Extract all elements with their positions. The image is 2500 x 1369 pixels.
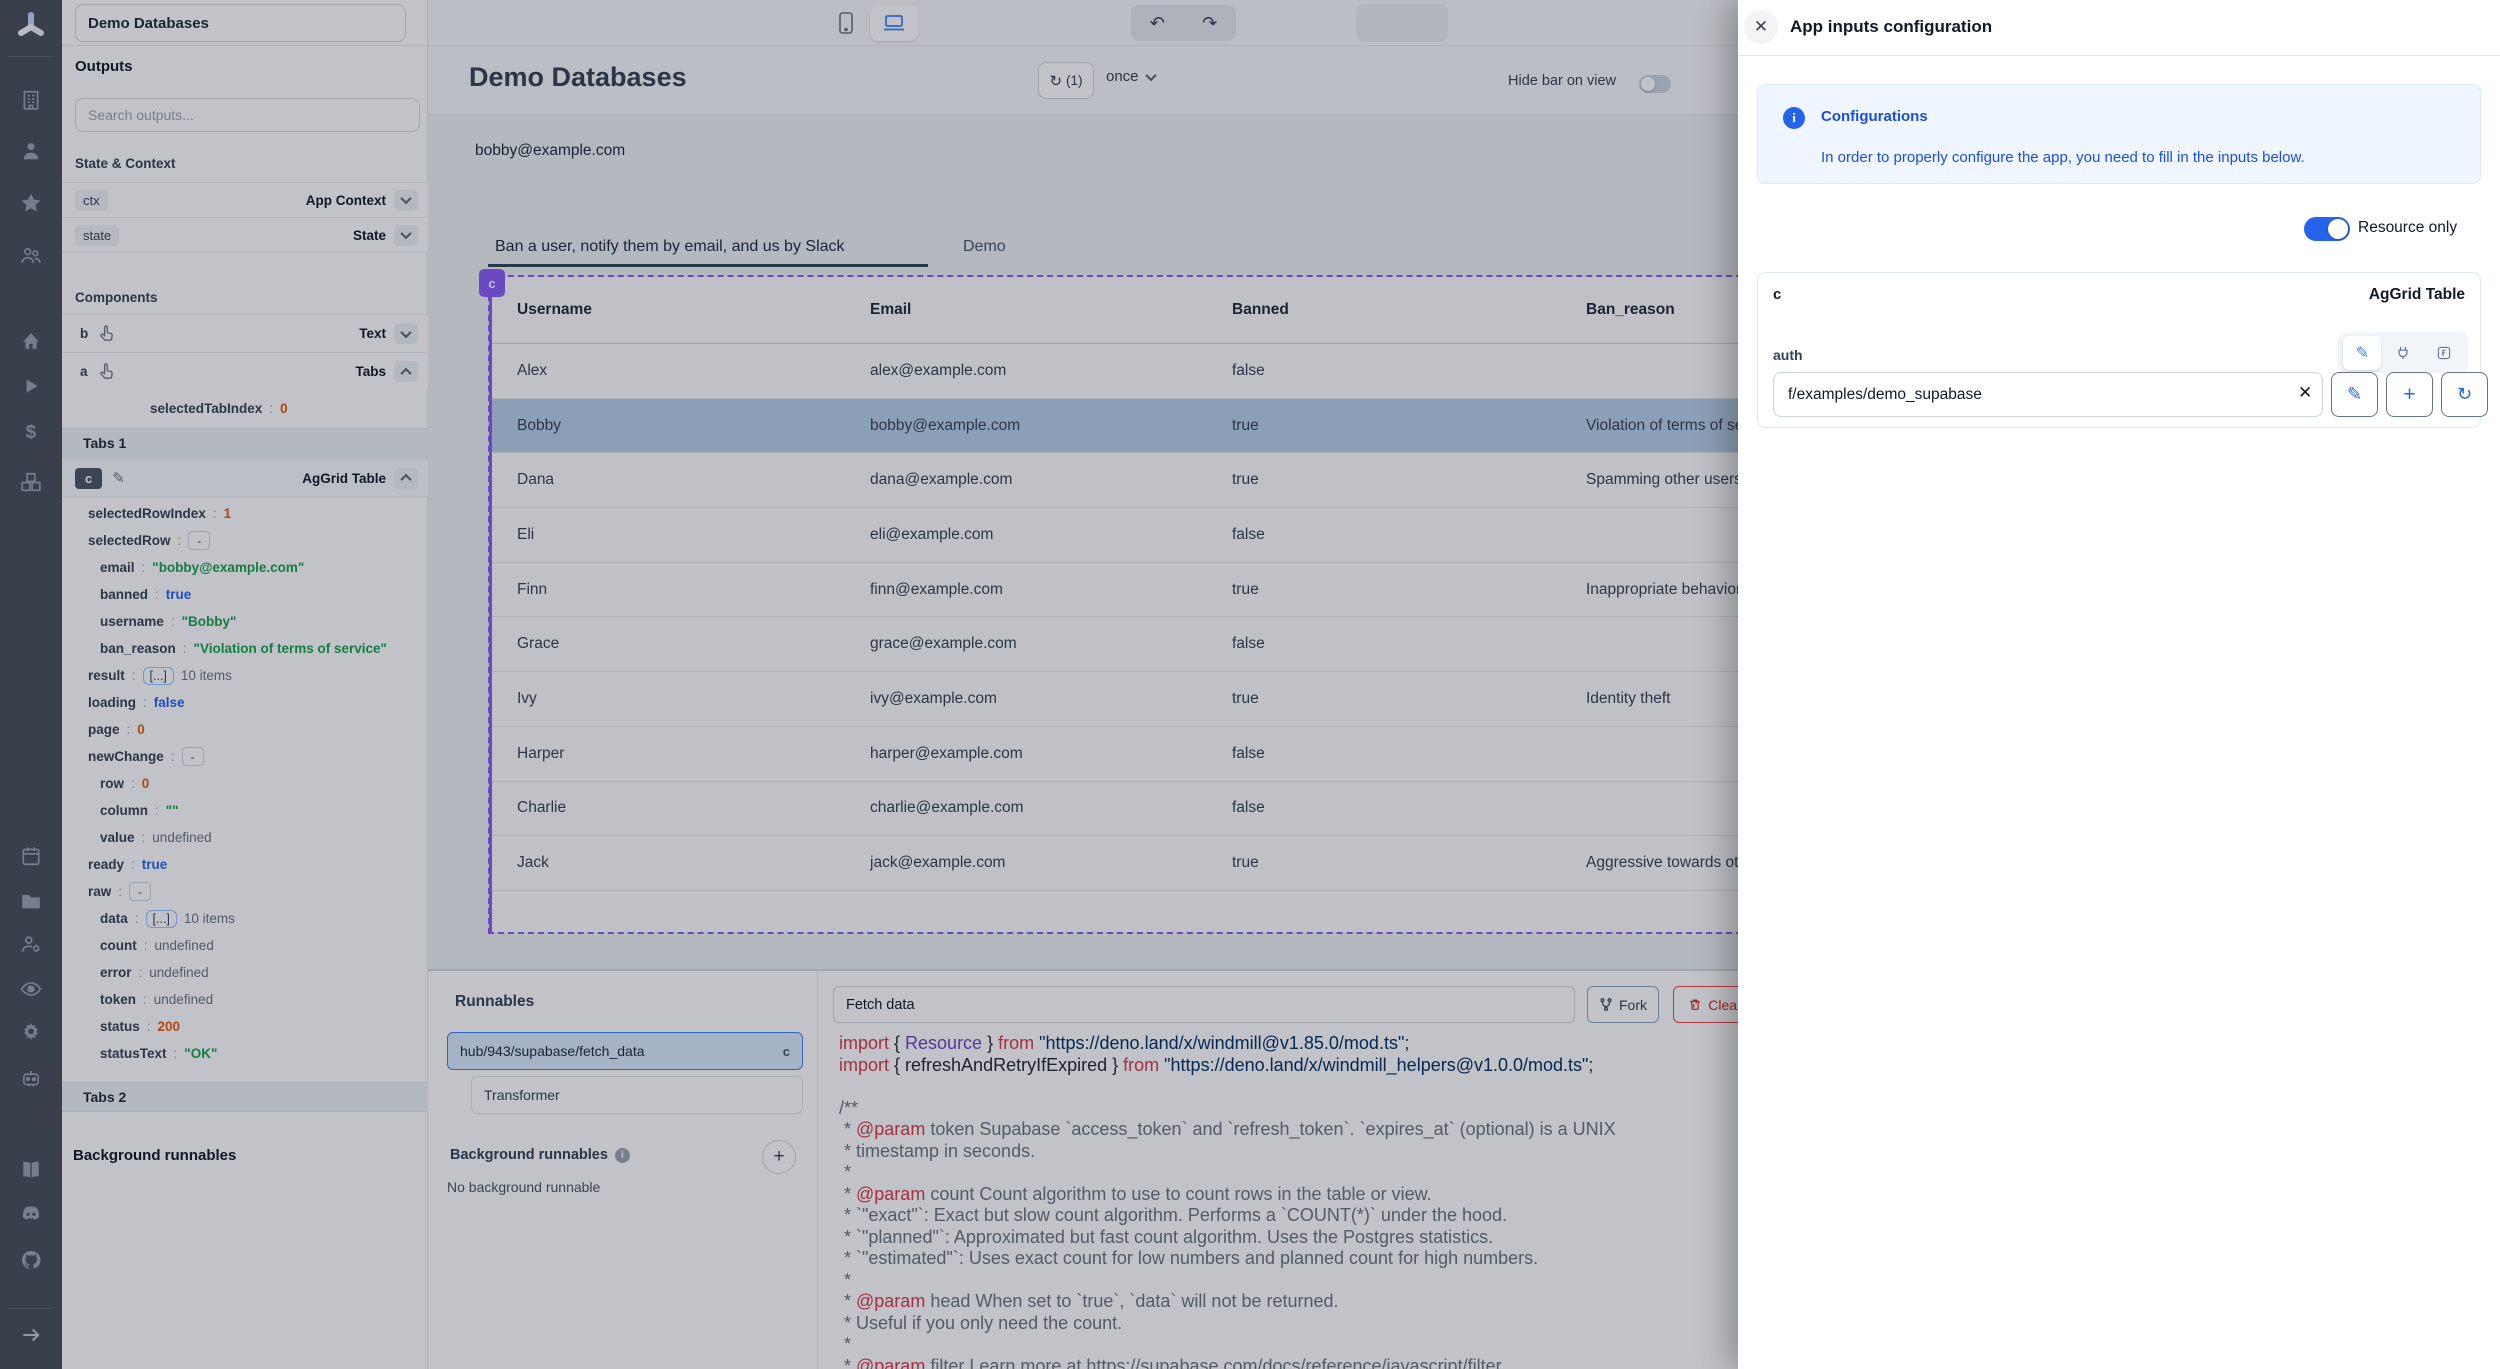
info-text: In order to properly configure the app, … [1821, 149, 2305, 166]
function-icon [2436, 345, 2452, 361]
refresh-icon: ↻ [2457, 384, 2472, 405]
plus-icon: + [2403, 383, 2415, 407]
refresh-resource-button[interactable]: ↻ [2441, 372, 2488, 417]
pencil-icon: ✎ [2347, 384, 2362, 405]
eval-mode-button[interactable] [2425, 336, 2463, 370]
app-editor-window: $ Outputs State & Context ctx App Contex… [0, 0, 2500, 1369]
close-icon: ✕ [1754, 17, 1768, 37]
connect-mode-button[interactable] [2384, 336, 2422, 370]
info-title: Configurations [1821, 108, 1928, 125]
component-id: c [1773, 286, 1781, 303]
component-input-card: c AgGrid Table auth ✎ ✕ ✎ + ↻ [1757, 272, 2481, 428]
edit-resource-button[interactable]: ✎ [2331, 372, 2378, 417]
drawer-backdrop[interactable] [0, 0, 1738, 1369]
toggle-knob [2328, 219, 2348, 239]
resource-only-row: Resource only [1738, 217, 2500, 241]
divider [1738, 55, 2500, 56]
plug-icon [2395, 345, 2411, 361]
add-resource-button[interactable]: + [2386, 372, 2433, 417]
pencil-icon: ✎ [2356, 343, 2369, 363]
auth-field-label: auth [1773, 347, 1803, 363]
resource-only-toggle[interactable] [2304, 217, 2350, 241]
close-drawer-button[interactable]: ✕ [1744, 10, 1778, 44]
component-type: AgGrid Table [2369, 286, 2465, 304]
info-icon: i [1783, 107, 1805, 129]
app-inputs-drawer: ✕ App inputs configuration i Configurati… [1738, 0, 2500, 1369]
resource-only-label: Resource only [2358, 219, 2457, 237]
input-mode-segmented-control: ✎ [2338, 332, 2468, 373]
resource-path-input[interactable] [1773, 372, 2323, 417]
clear-input-icon[interactable]: ✕ [2298, 383, 2312, 403]
drawer-title: App inputs configuration [1790, 17, 1992, 37]
static-mode-button[interactable]: ✎ [2343, 336, 2381, 370]
configurations-info-box: i Configurations In order to properly co… [1757, 84, 2481, 184]
